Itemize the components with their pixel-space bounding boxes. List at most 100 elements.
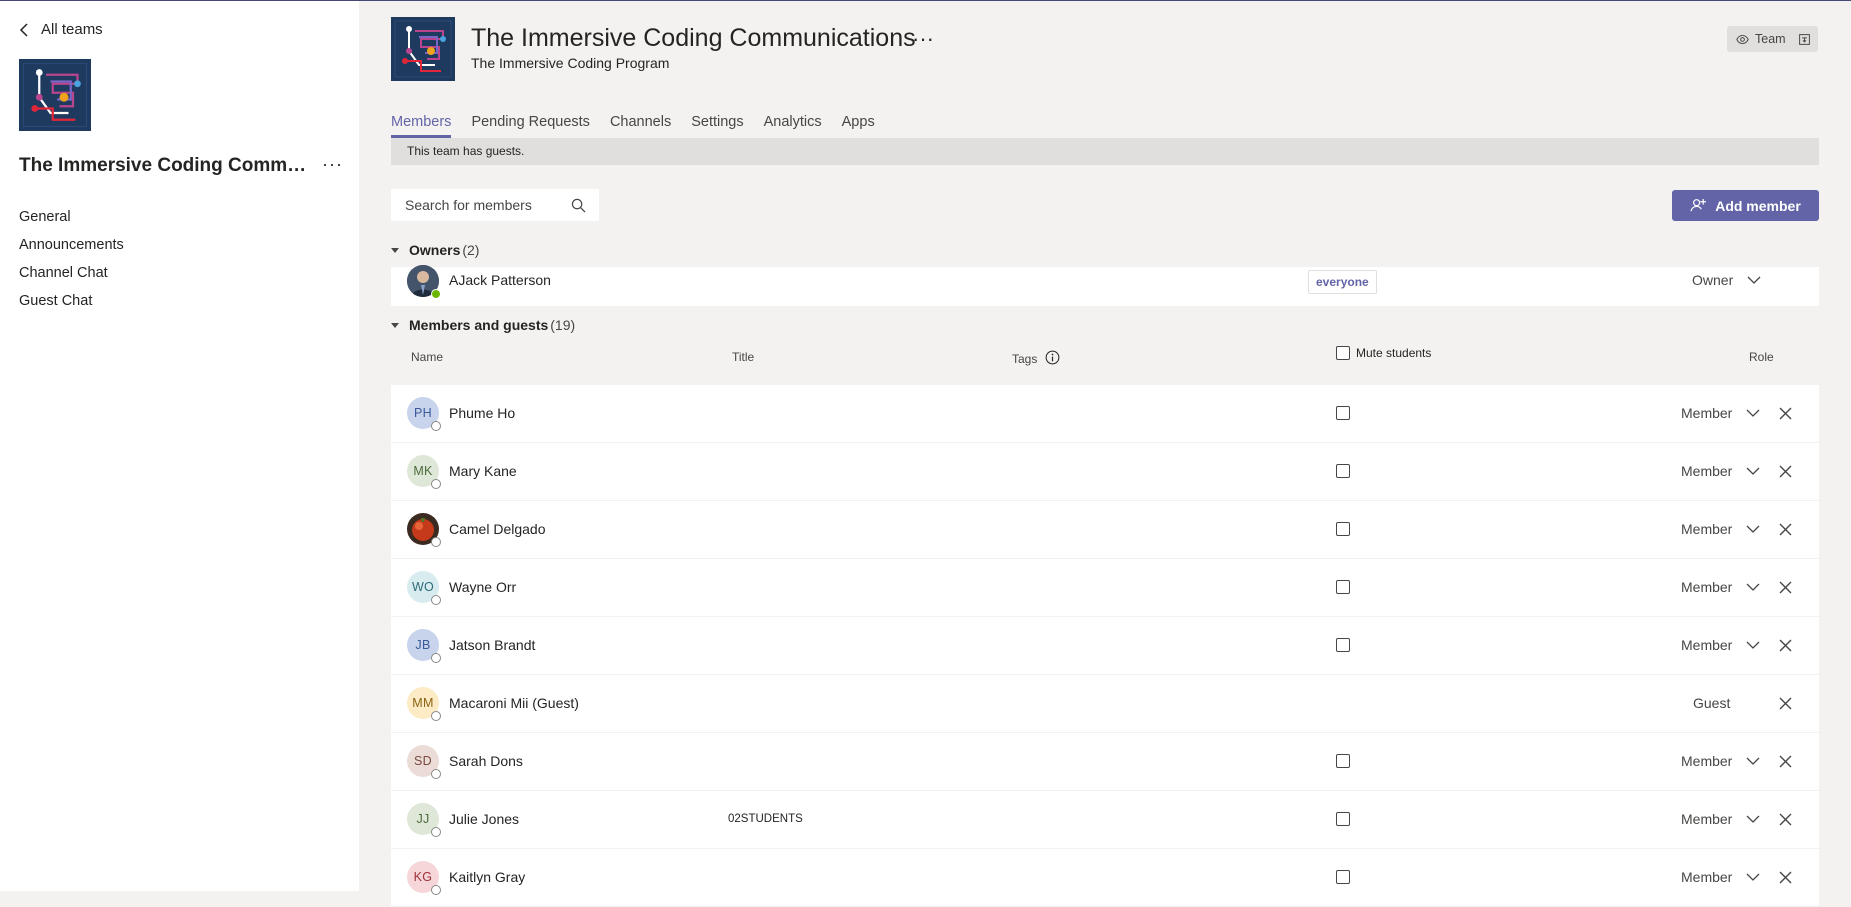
- role-dropdown[interactable]: Member: [1681, 869, 1760, 885]
- info-icon[interactable]: [1045, 350, 1060, 365]
- all-teams-link[interactable]: All teams: [19, 21, 103, 38]
- avatar: SD: [407, 745, 441, 779]
- chevron-down-icon: [1746, 467, 1760, 475]
- role-dropdown[interactable]: Owner: [1692, 272, 1761, 288]
- mute-checkbox[interactable]: [1336, 812, 1350, 826]
- role-dropdown[interactable]: Member: [1681, 811, 1760, 827]
- remove-member-icon[interactable]: [1779, 755, 1792, 768]
- remove-member-icon[interactable]: [1779, 407, 1792, 420]
- avatar: WO: [407, 571, 441, 605]
- member-name[interactable]: Jatson Brandt: [449, 637, 535, 653]
- header-more-options-icon[interactable]: ···: [912, 26, 934, 52]
- member-name[interactable]: Sarah Dons: [449, 753, 523, 769]
- role-label: Member: [1681, 579, 1733, 595]
- mute-checkbox[interactable]: [1336, 870, 1350, 884]
- tab-analytics[interactable]: Analytics: [764, 114, 822, 138]
- archive-icon: [1798, 33, 1810, 45]
- role-label: Member: [1681, 811, 1733, 827]
- owners-section-toggle[interactable]: Owners (2): [391, 242, 479, 258]
- team-visibility-label: Team: [1755, 32, 1786, 46]
- team-name-sidebar: The Immersive Coding Communi...: [19, 155, 314, 176]
- channel-general[interactable]: General: [19, 207, 124, 235]
- column-tags: Tags: [1012, 352, 1038, 366]
- remove-member-icon[interactable]: [1779, 813, 1792, 826]
- member-name[interactable]: Macaroni Mii (Guest): [449, 695, 579, 711]
- presence-offline-icon: [431, 595, 441, 605]
- member-row: JB Jatson Brandt Member: [391, 617, 1819, 674]
- member-name[interactable]: Kaitlyn Gray: [449, 869, 525, 885]
- members-section-label: Members and guests: [409, 317, 549, 333]
- all-teams-label: All teams: [41, 21, 103, 38]
- mute-checkbox[interactable]: [1336, 464, 1350, 478]
- team-logo: [19, 59, 91, 131]
- avatar: [407, 265, 441, 299]
- channel-guest-chat[interactable]: Guest Chat: [19, 291, 124, 319]
- avatar: KG: [407, 861, 441, 895]
- mute-checkbox[interactable]: [1336, 754, 1350, 768]
- members-section-toggle[interactable]: Members and guests (19): [391, 317, 575, 333]
- chevron-left-icon: [19, 22, 28, 37]
- role-dropdown[interactable]: Member: [1681, 463, 1760, 479]
- role-dropdown[interactable]: Member: [1681, 637, 1760, 653]
- tab-channels[interactable]: Channels: [610, 114, 671, 138]
- chevron-down-icon: [1746, 525, 1760, 533]
- remove-member-icon[interactable]: [1779, 465, 1792, 478]
- team-visibility-badge[interactable]: Team: [1727, 26, 1818, 52]
- role-label: Owner: [1692, 272, 1734, 288]
- tab-pending-requests[interactable]: Pending Requests: [471, 114, 590, 138]
- tab-settings[interactable]: Settings: [691, 114, 743, 138]
- remove-member-icon[interactable]: [1779, 523, 1792, 536]
- search-input[interactable]: [403, 196, 567, 214]
- role-label: Member: [1681, 405, 1733, 421]
- mute-all-checkbox[interactable]: [1336, 346, 1350, 360]
- channel-list: General Announcements Channel Chat Guest…: [19, 207, 124, 319]
- owners-section-label: Owners: [409, 242, 461, 258]
- mute-checkbox[interactable]: [1336, 406, 1350, 420]
- search-box[interactable]: [391, 189, 599, 221]
- owner-name[interactable]: AJack Patterson: [449, 272, 551, 288]
- member-name[interactable]: Mary Kane: [449, 463, 517, 479]
- channel-announcements[interactable]: Announcements: [19, 235, 124, 263]
- mute-students-toggle[interactable]: Mute students: [1336, 346, 1431, 360]
- remove-member-icon[interactable]: [1779, 581, 1792, 594]
- team-more-options-icon[interactable]: ···: [322, 155, 343, 173]
- member-name[interactable]: Phume Ho: [449, 405, 515, 421]
- column-title[interactable]: Title: [732, 350, 754, 364]
- member-name[interactable]: Camel Delgado: [449, 521, 546, 537]
- chevron-down-icon: [1746, 873, 1760, 881]
- mute-checkbox[interactable]: [1336, 580, 1350, 594]
- member-name[interactable]: Julie Jones: [449, 811, 519, 827]
- presence-offline-icon: [431, 537, 441, 547]
- search-icon: [571, 198, 586, 212]
- chevron-down-icon: [1747, 276, 1761, 284]
- member-tag[interactable]: everyone: [1308, 270, 1377, 294]
- role-dropdown[interactable]: Member: [1681, 753, 1760, 769]
- presence-offline-icon: [431, 827, 441, 837]
- mute-checkbox[interactable]: [1336, 638, 1350, 652]
- avatar-initials: MK: [413, 464, 433, 478]
- remove-member-icon[interactable]: [1779, 639, 1792, 652]
- add-member-button[interactable]: Add member: [1672, 190, 1819, 221]
- avatar-initials: MM: [412, 696, 434, 710]
- role-dropdown[interactable]: Member: [1681, 405, 1760, 421]
- member-row: JJ Julie Jones 02STUDENTS Member: [391, 791, 1819, 848]
- presence-offline-icon: [431, 653, 441, 663]
- role-label: Member: [1681, 463, 1733, 479]
- tab-members[interactable]: Members: [391, 114, 452, 138]
- chevron-down-icon: [1746, 409, 1760, 417]
- role-dropdown[interactable]: Member: [1681, 579, 1760, 595]
- chevron-down-icon: [1746, 815, 1760, 823]
- remove-member-icon[interactable]: [1779, 697, 1792, 710]
- column-name[interactable]: Name: [411, 350, 443, 364]
- channel-channel-chat[interactable]: Channel Chat: [19, 263, 124, 291]
- member-name[interactable]: Wayne Orr: [449, 579, 516, 595]
- member-row: MM Macaroni Mii (Guest) Guest: [391, 675, 1819, 732]
- remove-member-icon[interactable]: [1779, 871, 1792, 884]
- role-dropdown[interactable]: Member: [1681, 521, 1760, 537]
- role-label: Guest: [1693, 695, 1731, 711]
- tab-apps[interactable]: Apps: [842, 114, 875, 138]
- add-person-icon: [1690, 198, 1707, 212]
- eye-icon: [1736, 34, 1749, 44]
- avatar-initials: JB: [415, 638, 431, 652]
- mute-checkbox[interactable]: [1336, 522, 1350, 536]
